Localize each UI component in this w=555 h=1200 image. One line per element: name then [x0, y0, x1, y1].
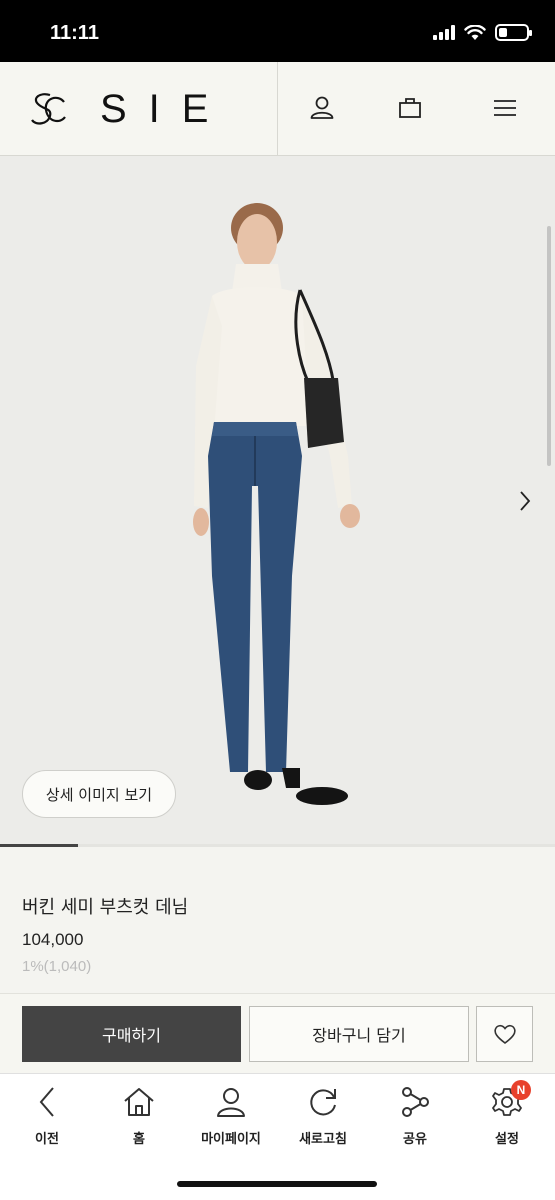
- gear-icon: N: [489, 1080, 531, 1120]
- buy-now-button[interactable]: 구매하기: [22, 1006, 241, 1062]
- gallery-progress-fill: [0, 844, 78, 847]
- product-price: 104,000: [22, 930, 84, 949]
- person-icon: [213, 1084, 249, 1120]
- status-time: 11:11: [50, 22, 99, 44]
- home-indicator[interactable]: [177, 1181, 377, 1187]
- nav-refresh[interactable]: 새로고침: [278, 1084, 368, 1154]
- wishlist-button[interactable]: [476, 1006, 533, 1062]
- site-header: SIE: [0, 62, 555, 156]
- product-name: 버킨 세미 부츠컷 데님: [22, 897, 189, 918]
- chevron-right-icon: [520, 491, 531, 511]
- nav-settings[interactable]: N 설정: [462, 1080, 552, 1154]
- logo-mark-icon: [31, 92, 66, 125]
- gallery-progress: [0, 844, 555, 847]
- brand-logo[interactable]: SIE: [28, 87, 230, 132]
- header-divider: [277, 62, 278, 156]
- nav-back[interactable]: 이전: [2, 1084, 92, 1154]
- nav-share[interactable]: 공유: [370, 1084, 460, 1154]
- new-badge: N: [511, 1080, 531, 1100]
- back-arrow-icon: [29, 1084, 65, 1120]
- nav-home[interactable]: 홈: [94, 1084, 184, 1154]
- heart-icon: [493, 1024, 516, 1045]
- nav-label: 공유: [403, 1132, 427, 1147]
- home-icon: [121, 1084, 157, 1120]
- nav-mypage[interactable]: 마이페이지: [186, 1084, 276, 1154]
- hamburger-menu-icon: [494, 100, 516, 116]
- purchase-action-bar: 구매하기 장바구니 담기: [0, 993, 555, 1073]
- my-account-button[interactable]: [306, 92, 338, 124]
- nav-label: 새로고침: [299, 1132, 347, 1147]
- person-icon: [310, 96, 334, 119]
- nav-label: 마이페이지: [201, 1132, 261, 1147]
- nav-label: 설정: [495, 1132, 519, 1147]
- share-icon: [397, 1084, 433, 1120]
- next-image-button[interactable]: [510, 486, 540, 516]
- view-detail-images-button[interactable]: 상세 이미지 보기: [22, 770, 176, 818]
- product-image-gallery[interactable]: 상세 이미지 보기: [0, 156, 555, 846]
- product-photo: [0, 156, 555, 846]
- nav-label: 홈: [133, 1132, 145, 1147]
- brand-name: SIE: [100, 87, 231, 131]
- signal-icon: [433, 25, 455, 40]
- bottom-navigation: 이전 홈 마이페이지 새로고침 공유 N 설정: [0, 1073, 555, 1200]
- refresh-icon: [305, 1084, 341, 1120]
- wifi-icon: [464, 24, 486, 40]
- battery-icon: [495, 24, 532, 41]
- nav-label: 이전: [35, 1132, 59, 1147]
- menu-button[interactable]: [489, 92, 521, 124]
- shopping-bag-icon: [399, 98, 421, 118]
- scrollbar[interactable]: [547, 226, 551, 466]
- status-icons: [433, 24, 532, 41]
- add-to-cart-button[interactable]: 장바구니 담기: [249, 1006, 469, 1062]
- shopping-bag-button[interactable]: [394, 92, 426, 124]
- status-bar: 11:11: [0, 0, 555, 62]
- product-points: 1%(1,040): [22, 958, 92, 975]
